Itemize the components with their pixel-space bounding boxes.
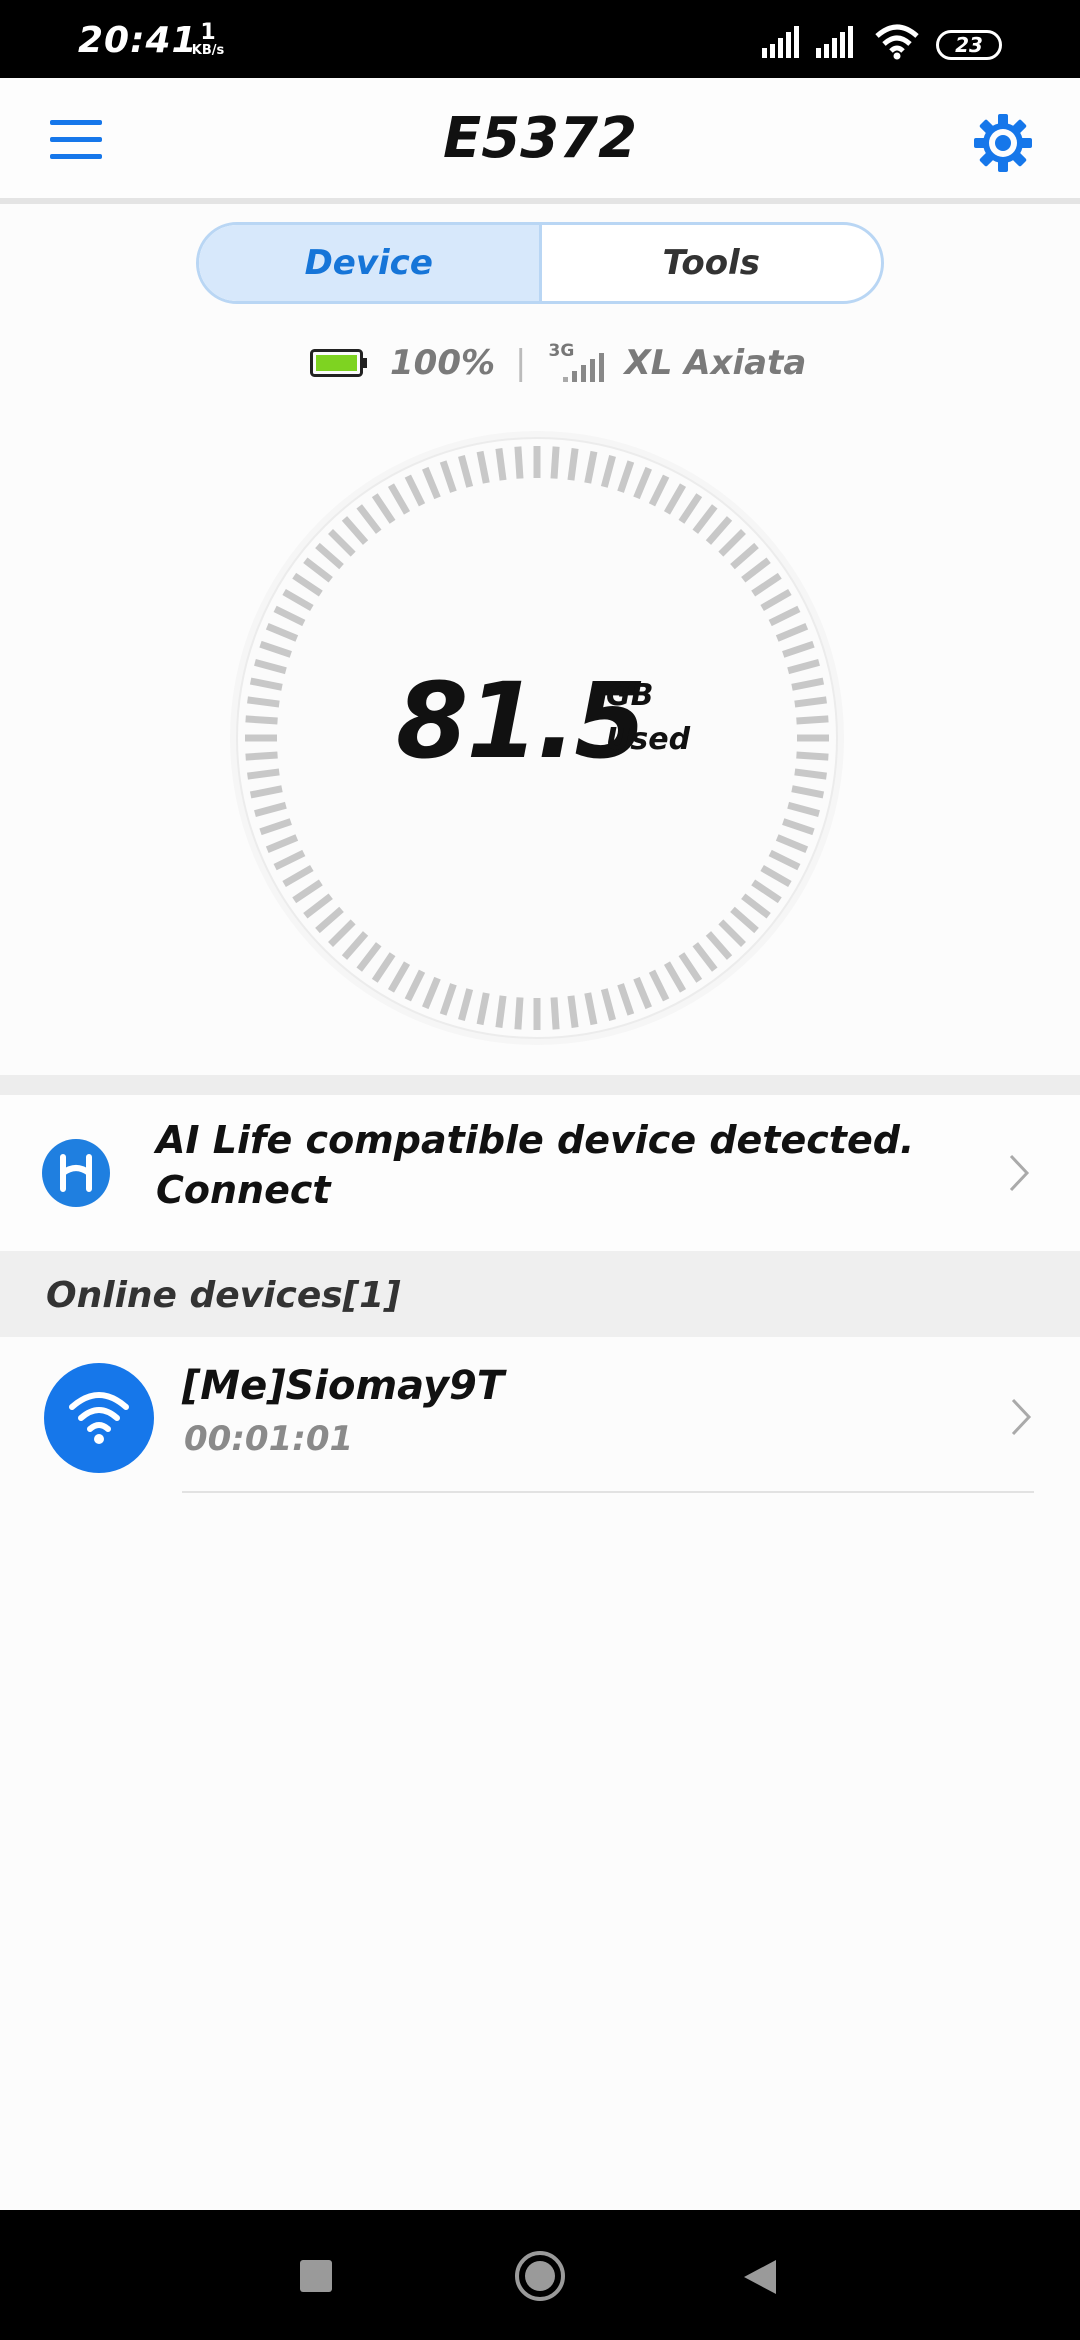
ai-life-logo-icon xyxy=(42,1139,110,1207)
status-time: 20:41 xyxy=(78,20,198,61)
network-speed-value: 1 xyxy=(200,20,216,45)
tab-switcher: Device Tools xyxy=(196,222,884,304)
page-title: E5372 xyxy=(442,106,638,171)
row-divider xyxy=(182,1491,1034,1493)
status-icons: 23 xyxy=(762,24,1002,64)
device-name: [Me]Siomay9T xyxy=(182,1363,505,1409)
gauge-tick xyxy=(550,446,560,479)
device-status-line: 100% | 3G XL Axiata xyxy=(310,338,806,388)
home-icon[interactable] xyxy=(514,2250,566,2302)
signal-icon xyxy=(816,26,853,58)
used-label: Used xyxy=(606,722,691,757)
gauge-tick xyxy=(796,751,829,761)
chevron-right-icon xyxy=(1011,1398,1032,1436)
battery-indicator: 23 xyxy=(936,30,1002,60)
back-icon[interactable] xyxy=(742,2258,778,2296)
gauge-tick xyxy=(495,448,507,481)
gauge-tick xyxy=(794,768,827,780)
gauge-tick xyxy=(514,446,524,479)
gauge-tick xyxy=(550,997,560,1030)
gauge-tick xyxy=(245,715,278,725)
ai-life-message: AI Life compatible device detected. Conn… xyxy=(156,1118,915,1212)
gauge-tick xyxy=(567,995,579,1028)
recent-apps-icon[interactable] xyxy=(300,2260,332,2292)
app-bar: E5372 xyxy=(0,78,1080,204)
device-avatar xyxy=(44,1363,154,1473)
unit-label: GB xyxy=(606,678,654,713)
battery-full-icon xyxy=(310,349,367,377)
network-speed-unit: KB/s xyxy=(191,43,225,58)
signal-icon xyxy=(762,26,799,58)
gauge-tick xyxy=(794,696,827,708)
section-divider xyxy=(0,1075,1080,1095)
separator: | xyxy=(515,343,527,383)
online-devices-title: Online devices[1] xyxy=(46,1275,401,1316)
ai-life-banner[interactable]: AI Life compatible device detected. Conn… xyxy=(0,1095,1080,1251)
device-connection-time: 00:01:01 xyxy=(184,1419,354,1459)
gear-icon[interactable] xyxy=(974,114,1032,172)
status-bar: 20:41 1 KB/s 23 xyxy=(0,0,1080,78)
chevron-right-icon xyxy=(1009,1154,1030,1192)
gauge-tick xyxy=(567,448,579,481)
network-speed: 1 KB/s xyxy=(188,20,228,58)
navigation-bar xyxy=(0,2210,1080,2340)
wifi-status-icon xyxy=(875,24,919,60)
tab-device[interactable]: Device xyxy=(199,225,542,301)
gauge-tick xyxy=(796,715,829,725)
tab-tools[interactable]: Tools xyxy=(542,225,882,301)
battery-level: 100% xyxy=(390,343,496,383)
online-devices-header: Online devices[1] xyxy=(0,1251,1080,1337)
wifi-icon xyxy=(69,1392,129,1444)
gauge-tick xyxy=(247,696,280,708)
network-type-icon: 3G xyxy=(549,341,611,383)
data-used-unit: GB Used xyxy=(606,674,690,762)
gauge-tick xyxy=(495,995,507,1028)
gauge-tick xyxy=(245,751,278,761)
gauge-tick xyxy=(514,997,524,1030)
gauge-tick xyxy=(247,768,280,780)
list-item[interactable]: [Me]Siomay9T 00:01:01 xyxy=(0,1337,1080,1493)
operator-name: XL Axiata xyxy=(624,343,807,383)
